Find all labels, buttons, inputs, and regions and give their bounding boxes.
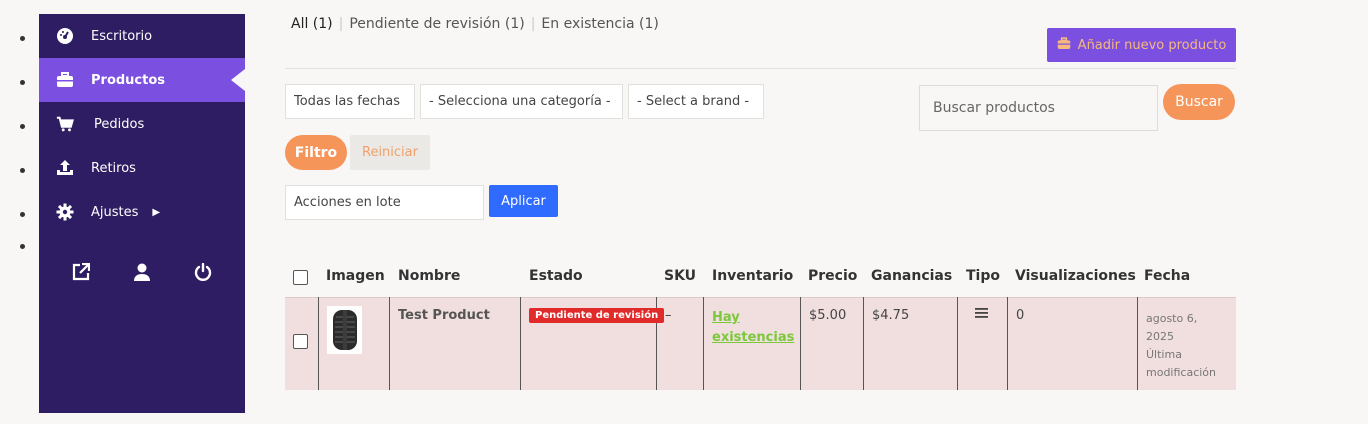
row-checkbox[interactable]: [293, 334, 308, 349]
power-icon[interactable]: [193, 262, 213, 282]
views-value: 0: [1016, 308, 1025, 323]
tab-all[interactable]: All (1): [291, 16, 333, 32]
column-header-ganancias: Ganancias: [871, 268, 953, 284]
product-image[interactable]: [327, 306, 362, 354]
date-filter-select[interactable]: Todas las fechas: [285, 84, 415, 119]
sidebar-item-retiros[interactable]: Retiros: [39, 146, 245, 190]
filter-button[interactable]: Filtro: [285, 135, 347, 170]
sidebar-item-label: Ajustes: [91, 204, 139, 220]
sidebar-item-label: Productos: [91, 72, 166, 88]
column-divider: [389, 297, 390, 390]
status-badge: Pendiente de revisión: [529, 308, 665, 323]
bulk-actions-select[interactable]: Acciones en lote: [285, 185, 484, 220]
price-value: $5.00: [809, 308, 847, 323]
briefcase-icon: [56, 71, 74, 89]
column-divider: [957, 297, 958, 390]
product-name-link[interactable]: Test Product: [398, 308, 490, 323]
column-header-precio[interactable]: Precio: [808, 268, 857, 284]
add-product-button[interactable]: Añadir nuevo producto: [1047, 28, 1236, 62]
sidebar-item-productos[interactable]: Productos: [39, 58, 245, 102]
inventory-line: Hay: [712, 310, 740, 325]
column-header-fecha[interactable]: Fecha: [1144, 268, 1190, 284]
gear-icon: [56, 203, 74, 221]
sidebar-item-pedidos[interactable]: Pedidos: [39, 102, 245, 146]
column-divider: [1007, 297, 1008, 390]
add-product-label: Añadir nuevo producto: [1077, 37, 1227, 53]
briefcase-icon: [1057, 36, 1071, 54]
tab-separator: |: [530, 16, 536, 32]
sidebar-item-ajustes[interactable]: Ajustes ▶: [39, 190, 245, 234]
column-divider: [703, 297, 704, 390]
apply-button[interactable]: Aplicar: [489, 185, 558, 217]
cart-icon: [56, 115, 74, 133]
tab-in-stock[interactable]: En existencia (1): [541, 16, 658, 32]
external-link-icon[interactable]: [71, 262, 91, 282]
column-header-imagen: Imagen: [326, 268, 385, 284]
column-divider: [863, 297, 864, 390]
column-header-visualizaciones: Visualizaciones: [1015, 268, 1136, 284]
list-bullet: [20, 124, 25, 129]
brand-filter-select[interactable]: - Select a brand -: [628, 84, 764, 119]
divider: [285, 68, 1236, 69]
date-value: agosto 6, 2025 Última modificación: [1146, 310, 1234, 382]
column-header-estado: Estado: [529, 268, 583, 284]
sidebar-item-label: Pedidos: [94, 116, 145, 132]
search-input[interactable]: Buscar productos: [919, 85, 1158, 131]
column-divider: [1137, 297, 1138, 390]
caret-right-icon: ▶: [152, 206, 161, 218]
tab-separator: |: [338, 16, 344, 32]
column-header-inventario: Inventario: [712, 268, 794, 284]
column-divider: [318, 297, 319, 390]
category-filter-select[interactable]: - Selecciona una categoría -: [420, 84, 623, 119]
upload-icon: [56, 159, 74, 177]
earnings-value: $4.75: [872, 308, 910, 323]
reset-button[interactable]: Reiniciar: [350, 135, 430, 170]
list-bullet: [20, 212, 25, 217]
date-line: Última: [1146, 348, 1182, 361]
sidebar-item-label: Retiros: [91, 160, 136, 176]
list-bullet: [20, 36, 25, 41]
date-line: modificación: [1146, 366, 1217, 379]
date-line: 2025: [1146, 330, 1174, 343]
list-bullet: [20, 244, 25, 249]
search-button[interactable]: Buscar: [1163, 84, 1235, 120]
dashboard-icon: [56, 27, 74, 45]
user-icon[interactable]: [132, 262, 152, 282]
column-divider: [800, 297, 801, 390]
column-header-tipo: Tipo: [966, 268, 1000, 284]
tab-pending-review[interactable]: Pendiente de revisión (1): [349, 16, 524, 32]
sku-value: –: [665, 308, 672, 323]
status-tabs: All (1) | Pendiente de revisión (1) | En…: [291, 16, 659, 32]
list-bullet: [20, 80, 25, 85]
select-all-checkbox[interactable]: [293, 270, 308, 285]
column-header-nombre[interactable]: Nombre: [398, 268, 460, 284]
hamburger-icon: [975, 307, 988, 323]
sidebar-footer: [39, 262, 245, 282]
date-line: agosto 6,: [1146, 312, 1198, 325]
sidebar: Escritorio Productos Pedidos Retiros Aju…: [39, 14, 245, 413]
list-bullet: [20, 168, 25, 173]
inventory-link[interactable]: Hay existencias: [712, 308, 794, 348]
tire-icon: [332, 310, 357, 350]
column-divider: [520, 297, 521, 390]
sidebar-item-escritorio[interactable]: Escritorio: [39, 14, 245, 58]
column-header-sku[interactable]: SKU: [664, 268, 696, 284]
inventory-line: existencias: [712, 330, 795, 345]
sidebar-item-label: Escritorio: [91, 28, 153, 44]
